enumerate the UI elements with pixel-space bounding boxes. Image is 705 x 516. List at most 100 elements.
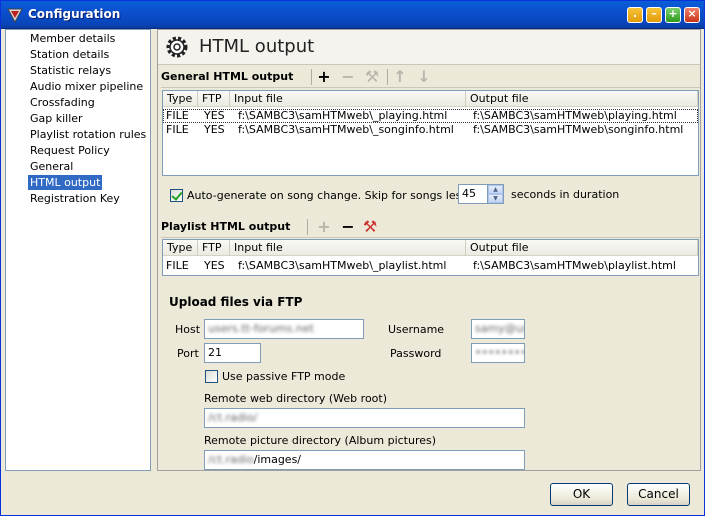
passive-ftp-label: Use passive FTP mode	[222, 370, 346, 383]
help-button[interactable]: .	[627, 7, 643, 23]
port-label: Port	[177, 347, 199, 360]
toolbar-separator	[387, 69, 388, 85]
host-value: users.tt-forums.net	[208, 322, 314, 335]
nav-item-html-output[interactable]: HTML output	[28, 175, 103, 190]
spin-down-icon[interactable]: ▼	[488, 194, 503, 203]
window-title: Configuration	[28, 7, 121, 21]
username-label: Username	[388, 323, 445, 336]
seconds-suffix-label: seconds in duration	[511, 188, 620, 201]
cell-input: f:\SAMBC3\samHTMweb\_playlist.html	[238, 259, 447, 272]
web-dir-input[interactable]: /ct.radio/	[204, 408, 525, 428]
auto-generate-label: Auto-generate on song change. Skip for s…	[187, 189, 496, 202]
nav-item-registration-key[interactable]: Registration Key	[28, 191, 122, 206]
nav-item-statistic-relays[interactable]: Statistic relays	[28, 63, 113, 78]
pic-dir-label: Remote picture directory (Album pictures…	[204, 434, 437, 447]
title-bar[interactable]: Configuration . – + ×	[1, 1, 704, 29]
column-input[interactable]: Input file	[230, 91, 466, 107]
ftp-section-title: Upload files via FTP	[169, 295, 303, 309]
maximize-icon: +	[668, 7, 678, 20]
playlist-output-title: Playlist HTML output	[161, 220, 291, 233]
skip-seconds-spinner[interactable]: ▲ ▼	[487, 184, 503, 204]
add-icon[interactable]: +	[315, 68, 333, 86]
tools-icon[interactable]: ⚒	[363, 68, 381, 86]
cell-input: f:\SAMBC3\samHTMweb\_songinfo.html	[238, 123, 454, 136]
table-row[interactable]: FILE YES f:\SAMBC3\samHTMweb\_playing.ht…	[163, 109, 698, 123]
list-header: Type FTP Input file Output file	[163, 240, 698, 256]
tools-icon[interactable]: ⚒	[361, 218, 379, 236]
nav-item-gap-killer[interactable]: Gap killer	[28, 111, 85, 126]
move-up-icon[interactable]: ↑	[391, 68, 409, 86]
password-label: Password	[390, 347, 442, 360]
configuration-window: Configuration . – + × Member details Sta…	[0, 0, 705, 516]
table-row[interactable]: FILE YES f:\SAMBC3\samHTMweb\_playlist.h…	[163, 259, 698, 273]
username-input[interactable]: samy@users2.tt	[471, 319, 525, 339]
cell-type: FILE	[166, 123, 189, 136]
cell-ftp: YES	[204, 109, 225, 122]
cell-ftp: YES	[204, 259, 225, 272]
ok-button[interactable]: OK	[550, 483, 613, 506]
column-ftp[interactable]: FTP	[198, 240, 230, 256]
maximize-button[interactable]: +	[665, 7, 681, 23]
close-icon: ×	[687, 7, 697, 20]
general-output-title: General HTML output	[161, 70, 294, 83]
nav-item-audio-mixer[interactable]: Audio mixer pipeline	[28, 79, 145, 94]
nav-item-request-policy[interactable]: Request Policy	[28, 143, 112, 158]
pic-dir-value-blur: /ct.radio	[208, 453, 254, 466]
nav-item-crossfading[interactable]: Crossfading	[28, 95, 97, 110]
page-header: HTML output	[158, 30, 700, 65]
cancel-button[interactable]: Cancel	[627, 483, 690, 506]
toolbar-separator	[307, 219, 308, 235]
general-output-list[interactable]: Type FTP Input file Output file FILE YES…	[162, 90, 699, 176]
nav-item-member-details[interactable]: Member details	[28, 31, 117, 46]
move-down-icon[interactable]: ↓	[415, 68, 433, 86]
close-button[interactable]: ×	[684, 7, 700, 23]
dialog-client: Member details Station details Statistic…	[4, 29, 701, 471]
pic-dir-value-clear: /images/	[253, 453, 302, 466]
add-icon[interactable]: +	[315, 218, 333, 236]
port-input[interactable]: 21	[204, 343, 261, 363]
host-label: Host	[175, 323, 201, 336]
app-icon	[7, 8, 23, 23]
page-title: HTML output	[199, 36, 315, 57]
settings-nav-list[interactable]: Member details Station details Statistic…	[5, 29, 151, 471]
cell-type: FILE	[166, 259, 189, 272]
gear-icon	[166, 36, 188, 58]
username-value: samy@users2.tt	[475, 322, 525, 335]
minimize-button[interactable]: –	[646, 7, 662, 23]
toolbar-separator	[311, 69, 312, 85]
cell-output: f:\SAMBC3\samHTMweb\songinfo.html	[473, 123, 684, 136]
skip-seconds-value: 45	[462, 187, 476, 200]
column-output[interactable]: Output file	[466, 240, 698, 256]
cell-output: f:\SAMBC3\samHTMweb\playing.html	[473, 109, 677, 122]
web-dir-label: Remote web directory (Web root)	[204, 392, 388, 405]
cell-input: f:\SAMBC3\samHTMweb\_playing.html	[238, 109, 448, 122]
playlist-output-list[interactable]: Type FTP Input file Output file FILE YES…	[162, 239, 699, 276]
column-output[interactable]: Output file	[466, 91, 698, 107]
cell-output: f:\SAMBC3\samHTMweb\playlist.html	[473, 259, 676, 272]
password-input[interactable]: ••••••••	[471, 343, 525, 363]
help-icon: .	[632, 7, 638, 20]
column-input[interactable]: Input file	[230, 240, 466, 256]
minimize-icon: –	[651, 7, 657, 20]
auto-generate-checkbox[interactable]	[170, 189, 183, 202]
nav-item-playlist-rotation[interactable]: Playlist rotation rules	[28, 127, 148, 142]
column-type[interactable]: Type	[163, 91, 198, 107]
nav-item-station-details[interactable]: Station details	[28, 47, 111, 62]
remove-icon[interactable]: −	[339, 218, 357, 236]
nav-item-general[interactable]: General	[28, 159, 75, 174]
column-type[interactable]: Type	[163, 240, 198, 256]
playlist-output-toolbar: Playlist HTML output + − ⚒	[161, 216, 700, 238]
passive-ftp-checkbox[interactable]	[205, 370, 218, 383]
password-value: ••••••••	[475, 346, 525, 359]
column-ftp[interactable]: FTP	[198, 91, 230, 107]
general-output-toolbar: General HTML output + − ⚒ ↑ ↓	[161, 66, 700, 88]
web-dir-value: /ct.radio/	[208, 411, 258, 424]
html-output-panel: HTML output General HTML output + − ⚒ ↑ …	[157, 29, 701, 471]
remove-icon[interactable]: −	[339, 68, 357, 86]
spin-up-icon[interactable]: ▲	[488, 185, 503, 194]
list-header: Type FTP Input file Output file	[163, 91, 698, 107]
pic-dir-input[interactable]: /ct.radio/images/	[204, 450, 525, 470]
cell-type: FILE	[166, 109, 189, 122]
host-input[interactable]: users.tt-forums.net	[204, 319, 364, 339]
table-row[interactable]: FILE YES f:\SAMBC3\samHTMweb\_songinfo.h…	[163, 123, 698, 137]
